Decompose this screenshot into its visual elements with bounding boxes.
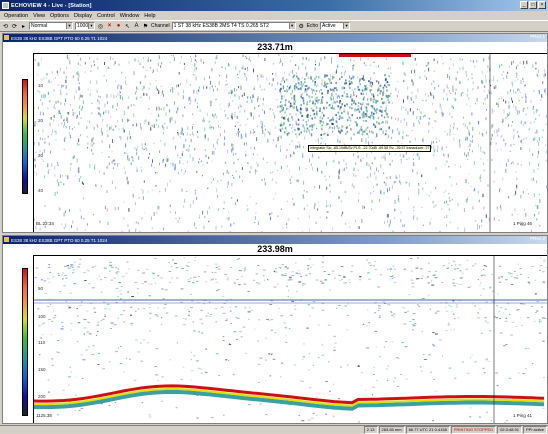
panel-icon [4,35,9,40]
echo-select[interactable]: Active ▼ [320,22,351,30]
channel-select-value: 1 ST 38 kHz ES38B 2MS T4 TS 0.265 ST2 [173,23,269,29]
menu-item-help[interactable]: Help [144,13,155,19]
back-icon[interactable]: ⟲ [2,22,9,30]
panel-1-echogram[interactable]: Integrator Sa: -65.19dB/Sv PLS: -22.70dB… [33,53,547,232]
close-button[interactable]: × [538,1,546,9]
menu-item-window[interactable]: Window [120,13,140,19]
chevron-down-icon: ▼ [88,23,94,29]
panel-1-distance: 233.71m [3,42,547,53]
echogram-canvas [34,54,547,232]
status-cell: 66.77 UTC 21 0.4158 [405,426,450,434]
echogram-panel-2: ES38 38 kHz ES38B GPT PTO 60 0.25 T1 102… [2,235,548,424]
panel-1-right-label: PRes 1 [530,34,545,39]
panel-1-color-scale [22,79,28,194]
window-controls: _ □ × [520,1,546,9]
panel-2-distance: 233.98m [3,244,547,255]
panel-2-echogram[interactable] [33,255,547,423]
window-titlebar: ECHOVIEW 4 - Live - [Station] _ □ × [0,0,548,11]
zoom-icon[interactable]: ◎ [97,22,104,30]
panel-2-titlebar: ES38 38 kHz ES38B GPT PTO 60 0.25 T1 102… [3,236,547,244]
play-icon[interactable]: ▸ [20,22,27,30]
window-title: ECHOVIEW 4 - Live - [Station] [11,2,92,9]
chevron-down-icon: ▼ [288,23,295,29]
menu-item-display[interactable]: Display [74,13,92,19]
panel-2-corner-right: 1 Ping 41 [513,413,533,418]
panel-icon [4,237,9,242]
pointer-icon[interactable]: ↖ [124,22,131,30]
echo-select-value: Active [322,23,336,29]
range-select[interactable]: 1000 ▼ [75,22,95,30]
minimize-button[interactable]: _ [520,1,528,9]
panel-1-corner-right: 1 Ping 46 [513,221,533,226]
menu-item-control[interactable]: Control [97,13,115,19]
status-warning: PRINTING STOPPED [450,426,497,434]
status-cell: PPI active [522,426,547,434]
surface-marker [339,54,411,57]
echo-label: Echo [306,23,319,29]
mode-select-value: Normal [31,23,48,29]
settings-icon[interactable]: ⚙ [298,22,305,30]
range-select-value: 1000 [77,23,89,29]
echo-speckle [34,54,547,232]
chevron-down-icon: ▼ [66,23,72,29]
panel-2-right-label: PRes 2 [530,236,545,241]
record-icon[interactable]: ● [115,22,122,30]
status-cell: 283.65 mm [378,426,405,434]
chevron-down-icon: ▼ [343,23,350,29]
menu-bar: Operation View Options Display Control W… [0,11,548,20]
flag-icon[interactable]: ⚑ [142,22,149,30]
echosounder-app-window: ECHOVIEW 4 - Live - [Station] _ □ × Oper… [0,0,548,434]
panel-1-titlebar: ES38 38 kHz ES38B GPT PTO 60 0.25 T1 102… [3,34,547,42]
echogram-panel-1: ES38 38 kHz ES38B GPT PTO 60 0.25 T1 102… [2,33,548,233]
panel-1-title: ES38 38 kHz ES38B GPT PTO 60 0.25 T1 102… [11,35,108,41]
app-icon [2,2,9,9]
menu-item-options[interactable]: Options [50,13,69,19]
panel-1-corner-left: BL 22:34 [36,221,54,226]
text-tool-icon[interactable]: A [133,22,140,30]
channel-select[interactable]: 1 ST 38 kHz ES38B 2MS T4 TS 0.265 ST2 ▼ [171,22,296,30]
panel-2-color-scale [22,268,28,416]
integration-tooltip: Integrator Sa: -65.19dB/Sv PLS: -22.70dB… [308,145,432,152]
panel-2-corner-left: 1125.38 [36,413,52,418]
mode-select[interactable]: Normal ▼ [29,22,73,30]
menu-item-operation[interactable]: Operation [4,13,28,19]
echogram-canvas [34,256,547,423]
forward-icon[interactable]: ⟳ [11,22,18,30]
status-cell: 2.13 [363,426,378,434]
status-bar: 2.13 283.65 mm 66.77 UTC 21 0.4158 PRINT… [0,425,548,434]
status-cell: 02:3:48.91 [497,426,522,434]
menu-item-view[interactable]: View [33,13,45,19]
maximize-button[interactable]: □ [529,1,537,9]
toolbar: ⟲ ⟳ ▸ Normal ▼ 1000 ▼ ◎ × ● ↖ A ⚑ Channe… [0,20,548,32]
channel-label: Channel [151,23,170,29]
stop-icon[interactable]: × [106,22,113,30]
panel-2-title: ES38 38 kHz ES38B GPT PTO 60 0.25 T1 102… [11,237,108,243]
